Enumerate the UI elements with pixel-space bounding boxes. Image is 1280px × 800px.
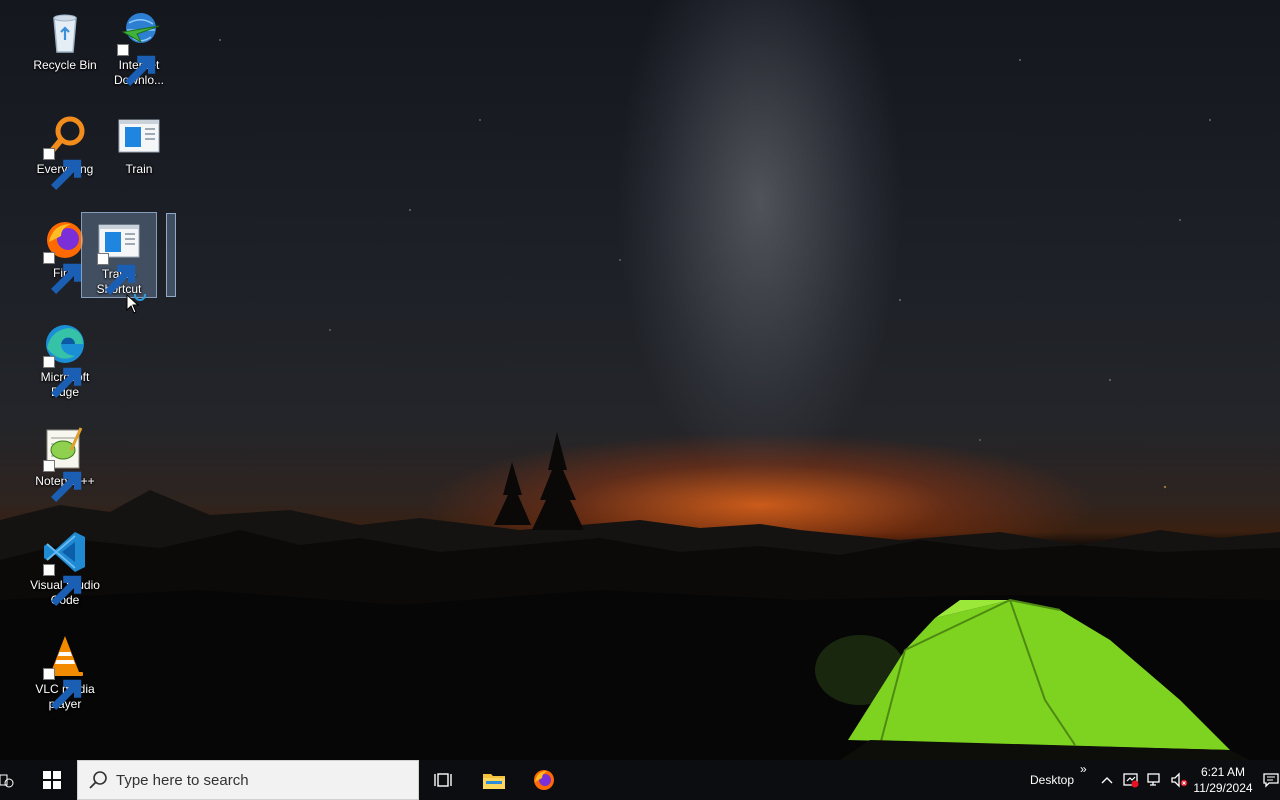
desktop-icon-label: Recycle Bin [33, 58, 97, 72]
show-hidden-icons-button[interactable] [1096, 760, 1118, 800]
network-tray-button[interactable] [1144, 760, 1166, 800]
shortcut-arrow-icon [43, 668, 82, 710]
mouse-cursor-busy-icon [126, 289, 152, 321]
desktop-icon-recycle-bin[interactable]: Recycle Bin [28, 4, 102, 73]
train-app-icon [115, 112, 163, 160]
action-center-button[interactable] [1262, 760, 1280, 800]
train-shortcut-icon [95, 217, 143, 295]
landscape-silhouette [0, 432, 1280, 760]
vscode-icon [41, 528, 89, 606]
internet-download-manager-icon [115, 8, 163, 86]
vlc-icon [41, 632, 89, 710]
search-placeholder: Type here to search [116, 771, 249, 789]
shortcut-arrow-icon [97, 253, 136, 295]
start-button[interactable] [28, 760, 76, 800]
shortcut-arrow-icon [43, 356, 82, 398]
task-view-button[interactable] [420, 760, 468, 800]
desktop-icon-label: Train [125, 162, 153, 176]
desktop-wallpaper [0, 0, 1280, 760]
clock-time: 6:21 AM [1200, 765, 1246, 779]
shortcut-arrow-icon [43, 564, 82, 606]
drag-selection-outline [166, 213, 176, 297]
desktop-icon-vscode[interactable]: Visual Studio Code [28, 524, 102, 608]
firefox-icon [534, 770, 554, 790]
desktop-icon-train-shortcut[interactable]: Train - Shortcut [81, 212, 157, 298]
recycle-bin-icon [41, 8, 89, 56]
desktop-toolbar-label: Desktop [1029, 773, 1075, 787]
file-explorer-icon [483, 774, 505, 789]
desktop-icon-train[interactable]: Train [102, 108, 176, 177]
desktop-toolbar[interactable]: Desktop [1026, 760, 1078, 800]
desktop-icon-notepad-plus-plus[interactable]: Notepad++ [28, 420, 102, 502]
notepad-plus-plus-icon [41, 424, 89, 502]
edge-icon [41, 320, 89, 398]
everything-search-icon [41, 112, 89, 190]
security-tray-button[interactable] [1120, 760, 1142, 800]
toolbar-chevron-icon[interactable]: » [1080, 762, 1087, 776]
notification-badge-icon[interactable] [0, 760, 14, 800]
shortcut-arrow-icon [43, 148, 82, 190]
volume-muted-icon [1171, 772, 1188, 788]
taskbar-file-explorer[interactable] [470, 760, 518, 800]
start-icon [43, 771, 61, 789]
shortcut-arrow-icon [43, 460, 82, 502]
desktop-icon-vlc[interactable]: VLC media player [28, 628, 102, 712]
volume-tray-button[interactable] [1168, 760, 1190, 800]
network-icon [1147, 773, 1160, 786]
shortcut-arrow-icon [117, 44, 156, 86]
shortcut-arrow-icon [43, 252, 82, 294]
security-icon [1123, 773, 1139, 788]
taskbar: Type here to search Desktop » 6:21 AM 11… [0, 760, 1280, 800]
taskbar-clock[interactable]: 6:21 AM 11/29/2024 [1190, 764, 1256, 796]
notifications-icon [1263, 773, 1279, 788]
search-icon [89, 771, 107, 789]
desktop-icon-internet-download-manager[interactable]: Internet Downlo... [102, 4, 176, 88]
desktop-icon-microsoft-edge[interactable]: Microsoft Edge [28, 316, 102, 400]
show-hidden-icons-icon [1101, 777, 1113, 784]
taskbar-search-box[interactable]: Type here to search [77, 760, 419, 800]
taskbar-firefox[interactable] [520, 760, 568, 800]
clock-date: 11/29/2024 [1193, 781, 1253, 795]
task-view-icon [434, 773, 452, 787]
desktop-icon-everything[interactable]: Everything [28, 108, 102, 190]
